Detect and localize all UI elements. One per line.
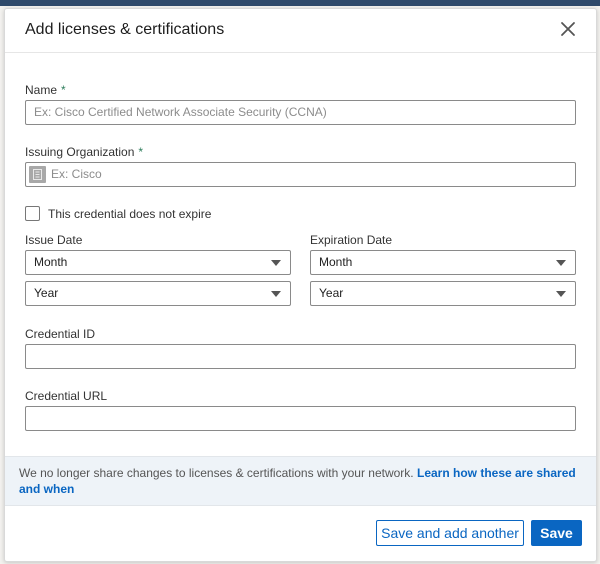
expiration-year-select[interactable]: Year	[310, 281, 576, 306]
name-input[interactable]: Ex: Cisco Certified Network Associate Se…	[25, 100, 576, 125]
org-placeholder: Ex: Cisco	[51, 167, 102, 181]
dialog-header: Add licenses & certifications	[5, 9, 596, 53]
background-header-strip	[0, 0, 600, 6]
sharing-info-banner: We no longer share changes to licenses &…	[5, 456, 596, 506]
expiration-date-label: Expiration Date	[310, 233, 393, 247]
issue-year-select[interactable]: Year	[25, 281, 291, 306]
expiration-year-value: Year	[319, 286, 344, 300]
chevron-down-icon	[271, 291, 281, 297]
name-label: Name *	[25, 83, 66, 97]
chevron-down-icon	[556, 291, 566, 297]
close-icon[interactable]	[558, 19, 578, 39]
add-license-dialog: Add licenses & certifications Name * Ex: …	[4, 8, 597, 562]
no-expire-label: This credential does not expire	[48, 207, 212, 221]
save-and-add-another-button[interactable]: Save and add another	[376, 520, 524, 546]
issue-month-select[interactable]: Month	[25, 250, 291, 275]
no-expire-checkbox[interactable]	[25, 206, 40, 221]
issue-month-value: Month	[34, 255, 68, 269]
expiration-month-select[interactable]: Month	[310, 250, 576, 275]
org-label-text: Issuing Organization	[25, 145, 135, 159]
save-button[interactable]: Save	[531, 520, 582, 546]
org-input[interactable]: Ex: Cisco	[25, 162, 576, 187]
issue-date-label: Issue Date	[25, 233, 83, 247]
company-logo-placeholder-icon	[29, 166, 46, 183]
required-asterisk: *	[61, 83, 66, 97]
issue-year-value: Year	[34, 286, 59, 300]
required-asterisk: *	[138, 145, 144, 159]
name-label-text: Name	[25, 83, 58, 97]
name-placeholder: Ex: Cisco Certified Network Associate Se…	[34, 105, 327, 119]
credential-url-input[interactable]	[25, 406, 576, 431]
credential-id-label: Credential ID	[25, 327, 96, 341]
expiration-month-value: Month	[319, 255, 353, 269]
credential-id-input[interactable]	[25, 344, 576, 369]
org-label: Issuing Organization *	[25, 145, 143, 159]
dialog-title: Add licenses & certifications	[25, 21, 225, 38]
credential-url-label: Credential URL	[25, 389, 108, 403]
chevron-down-icon	[271, 260, 281, 266]
chevron-down-icon	[556, 260, 566, 266]
sharing-info-text: We no longer share changes to licenses &…	[19, 466, 414, 480]
